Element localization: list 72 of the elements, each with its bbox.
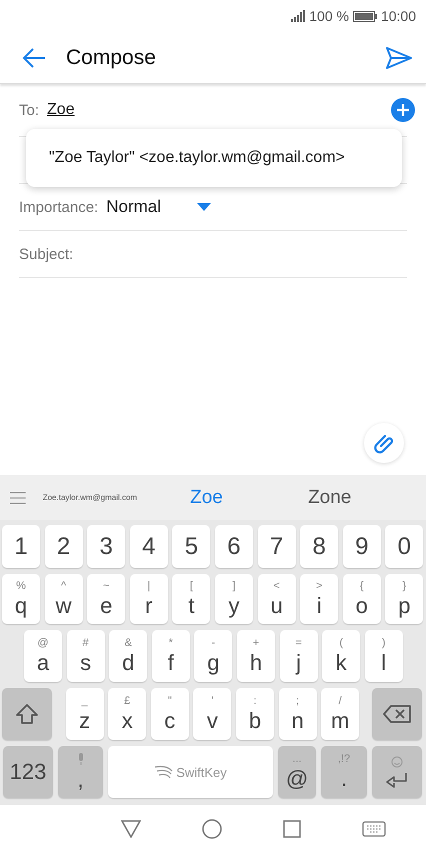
backspace-icon <box>382 705 411 723</box>
back-triangle-icon[interactable] <box>120 820 140 838</box>
shift-arrow-icon <box>16 704 38 724</box>
keyboard-key[interactable]: 9 <box>342 525 381 568</box>
battery-icon <box>352 10 377 22</box>
word-suggestion[interactable]: Zoe.taylor.wm@gmail.com <box>42 493 190 502</box>
keyboard-icon[interactable] <box>362 820 386 836</box>
attach-button[interactable] <box>364 423 404 463</box>
keyboard-key[interactable]: 4 <box>130 525 168 568</box>
send-icon[interactable] <box>386 46 412 68</box>
enter-key[interactable] <box>372 746 422 798</box>
keyboard-key[interactable]: - g <box>194 630 232 682</box>
keyboard-key[interactable]: * f <box>152 630 190 682</box>
keyboard-key[interactable]: ,!? . <box>321 746 367 798</box>
keyboard-key[interactable]: [ t <box>172 574 210 624</box>
keyboard-key[interactable]: 5 <box>172 525 210 568</box>
signal-icon <box>291 10 306 22</box>
keyboard-key[interactable]: = j <box>280 630 318 682</box>
menu-icon[interactable] <box>10 492 26 504</box>
keyboard-key[interactable]: ... @ <box>278 746 316 798</box>
keyboard-key[interactable]: _ z <box>66 688 104 740</box>
shift-key[interactable] <box>2 688 52 740</box>
microphone-icon <box>76 753 84 765</box>
keyboard-key[interactable]: @ a <box>24 630 62 682</box>
keyboard-key[interactable]: { o <box>342 574 381 624</box>
keyboard-key[interactable]: 7 <box>258 525 296 568</box>
word-suggestion[interactable]: Zone <box>308 486 426 508</box>
number-mode-key[interactable]: 123 <box>3 746 53 798</box>
keyboard-key[interactable]: 3 <box>87 525 126 568</box>
keyboard-key[interactable]: + h <box>236 630 275 682</box>
keyboard-key[interactable]: 0 <box>385 525 424 568</box>
paperclip-icon <box>373 432 395 454</box>
subject-label: Subject: <box>19 246 74 262</box>
clock: 10:00 <box>380 8 416 24</box>
recipient-chip[interactable]: Zoe <box>47 101 75 119</box>
keyboard-key[interactable]: # s <box>66 630 105 682</box>
keyboard-key[interactable]: ] y <box>214 574 253 624</box>
keyboard-key[interactable]: } p <box>385 574 424 624</box>
keyboard-key[interactable]: 1 <box>2 525 40 568</box>
keyboard-key[interactable]: ' v <box>193 688 232 740</box>
keyboard-key[interactable]: " c <box>150 688 189 740</box>
back-icon[interactable] <box>22 48 46 68</box>
keyboard-key[interactable]: | r <box>130 574 168 624</box>
recents-square-icon[interactable] <box>282 820 300 838</box>
swiftkey-logo-icon <box>154 765 174 779</box>
suggestion-popup[interactable]: "Zoe Taylor" <zoe.taylor.wm@gmail.com> <box>26 129 402 187</box>
comma-key[interactable]: , <box>58 746 103 798</box>
keyboard-key[interactable]: & d <box>109 630 148 682</box>
keyboard-key[interactable]: % q <box>2 574 40 624</box>
smiley-icon <box>391 756 403 768</box>
keyboard-key[interactable]: 6 <box>214 525 253 568</box>
keyboard-key[interactable]: ^ w <box>44 574 83 624</box>
add-recipient-icon[interactable] <box>391 98 415 122</box>
keyboard-key[interactable]: / m <box>321 688 360 740</box>
home-circle-icon[interactable] <box>202 818 222 838</box>
keyboard-key[interactable]: ( k <box>322 630 360 682</box>
keyboard-key[interactable]: ~ e <box>87 574 126 624</box>
dropdown-icon[interactable] <box>197 203 212 211</box>
keyboard-key[interactable]: : b <box>236 688 274 740</box>
to-label: To: <box>19 102 40 118</box>
importance-value[interactable]: Normal <box>106 197 162 217</box>
importance-label: Importance: <box>19 198 98 216</box>
backspace-key[interactable] <box>372 688 422 740</box>
battery-percent: 100 % <box>309 8 349 24</box>
keyboard-key[interactable]: ; n <box>278 688 317 740</box>
keyboard-key[interactable]: £ x <box>108 688 146 740</box>
keyboard-key[interactable]: ) l <box>364 630 403 682</box>
keyboard-key[interactable]: 8 <box>300 525 338 568</box>
keyboard-key[interactable]: 2 <box>44 525 83 568</box>
keyboard-key[interactable]: > i <box>300 574 338 624</box>
keyboard-key[interactable]: < u <box>258 574 296 624</box>
screen-title: Compose <box>66 46 157 70</box>
